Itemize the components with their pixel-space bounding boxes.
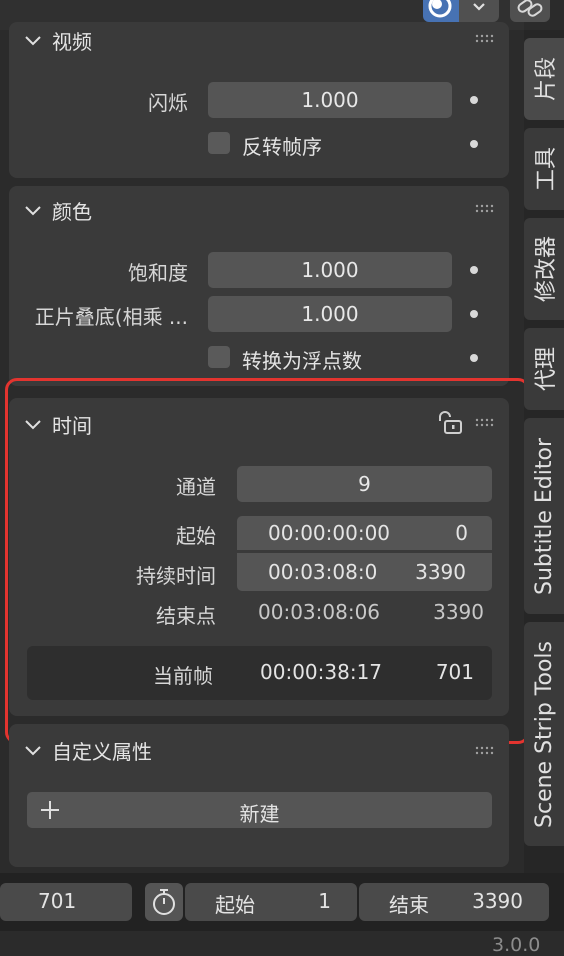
- custom-properties-title: 自定义属性: [52, 740, 152, 764]
- tab-proxy[interactable]: 代理: [524, 328, 564, 410]
- tab-label: 工具: [534, 146, 560, 192]
- tab-tools[interactable]: 工具: [524, 128, 564, 210]
- stopwatch-icon: [153, 889, 175, 915]
- preview-range-toggle[interactable]: [145, 883, 183, 921]
- overlay-toggle-button[interactable]: [423, 0, 459, 22]
- strobe-label: 闪烁: [148, 91, 188, 115]
- multiply-label: 正片叠底(相乘 ...: [34, 305, 188, 329]
- video-panel-title: 视频: [52, 30, 92, 54]
- color-panel-header[interactable]: 颜色: [24, 196, 92, 225]
- chevron-down-icon: [25, 35, 41, 45]
- overlay-icon: [428, 0, 452, 18]
- drag-grip-icon[interactable]: [475, 204, 495, 214]
- reverse-frames-label: 反转帧序: [242, 135, 322, 159]
- keyframe-dot[interactable]: [470, 310, 478, 318]
- timeline-end-value: 3390: [472, 889, 523, 913]
- keyframe-dot[interactable]: [470, 96, 478, 104]
- keyframe-dot[interactable]: [470, 140, 478, 148]
- multiply-field[interactable]: 1.000: [208, 296, 452, 332]
- keyframe-dot[interactable]: [470, 266, 478, 274]
- tab-label: 修改器: [534, 235, 560, 303]
- highlight-outline: [5, 378, 530, 744]
- end-frame-field[interactable]: 结束 3390: [359, 883, 549, 921]
- timeline-current-frame: 701: [38, 889, 77, 913]
- tab-label: 片段: [534, 56, 560, 102]
- new-property-label: 新建: [239, 802, 280, 826]
- link-button[interactable]: [510, 0, 550, 22]
- current-frame-field[interactable]: 701: [0, 883, 132, 921]
- custom-properties-header[interactable]: 自定义属性: [24, 736, 152, 765]
- saturation-field[interactable]: 1.000: [208, 252, 452, 288]
- reverse-frames-checkbox[interactable]: [208, 132, 230, 154]
- start-frame-field[interactable]: 起始 1: [185, 883, 357, 921]
- chevron-down-icon: [25, 745, 41, 755]
- timeline-end-label: 结束: [389, 893, 429, 917]
- strobe-field[interactable]: 1.000: [208, 82, 452, 118]
- drag-grip-icon[interactable]: [475, 34, 495, 44]
- tab-strip-properties[interactable]: 片段: [524, 38, 564, 120]
- tab-label: 代理: [534, 346, 560, 392]
- drag-grip-icon[interactable]: [475, 746, 495, 756]
- tab-modifiers[interactable]: 修改器: [524, 218, 564, 320]
- color-panel-title: 颜色: [52, 200, 92, 224]
- link-icon: [517, 0, 543, 17]
- status-bar: [0, 931, 564, 954]
- chevron-down-icon: [25, 205, 41, 215]
- tab-scene-strip-tools[interactable]: Scene Strip Tools: [524, 622, 564, 846]
- saturation-label: 饱和度: [128, 261, 188, 285]
- tab-subtitle-editor[interactable]: Subtitle Editor: [524, 418, 564, 614]
- tab-label: Scene Strip Tools: [531, 640, 557, 828]
- timeline-start-value: 1: [318, 889, 331, 913]
- keyframe-dot[interactable]: [470, 354, 478, 362]
- convert-float-label: 转换为浮点数: [242, 349, 362, 373]
- version-label: 3.0.0: [492, 934, 541, 956]
- tab-label: Subtitle Editor: [531, 437, 557, 595]
- video-panel-header[interactable]: 视频: [24, 26, 92, 55]
- timeline-start-label: 起始: [215, 893, 255, 917]
- chevron-down-icon: [473, 3, 485, 11]
- convert-float-checkbox[interactable]: [208, 346, 230, 368]
- new-property-button[interactable]: 新建: [27, 792, 492, 828]
- overlay-dropdown-button[interactable]: [459, 0, 499, 22]
